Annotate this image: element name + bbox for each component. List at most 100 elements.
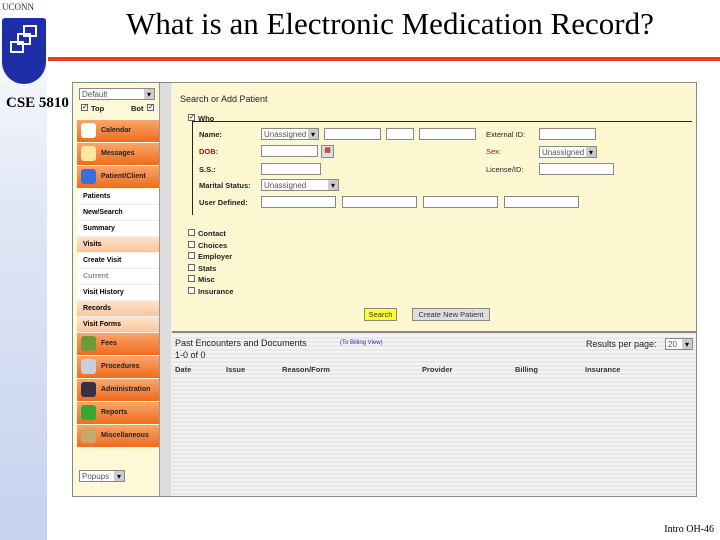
- envelope-icon: [81, 146, 96, 161]
- section-label: Contact: [198, 229, 226, 238]
- results-per-page-select[interactable]: 20: [665, 338, 693, 350]
- nav-label: Procedures: [101, 363, 140, 370]
- license-input[interactable]: [539, 163, 614, 175]
- bot-checkbox[interactable]: ✓: [147, 104, 154, 111]
- nav-label: Reports: [101, 409, 128, 416]
- section-label: Insurance: [198, 287, 234, 296]
- section-label: Choices: [198, 240, 228, 250]
- nav-patients[interactable]: Patients: [77, 189, 159, 205]
- nav-summary[interactable]: Summary: [77, 221, 159, 237]
- encounters-panel: Past Encounters and Documents (To Billin…: [172, 335, 696, 496]
- nav-label: Fees: [101, 340, 117, 347]
- nav-visit-history[interactable]: Visit History: [77, 285, 159, 301]
- slide-title: What is an Electronic Medication Record?: [126, 6, 654, 41]
- sex-label: Sex:: [486, 147, 502, 156]
- section-checkbox-employer[interactable]: [188, 252, 195, 260]
- nav-procedures[interactable]: Procedures: [77, 356, 159, 378]
- section-label: Employer: [198, 252, 233, 262]
- results-count: 1-0 of 0: [175, 350, 206, 360]
- user-defined-2[interactable]: [342, 196, 417, 208]
- uconn-logo-text: UCONN: [2, 2, 35, 12]
- middle-name-input[interactable]: [386, 128, 414, 140]
- nav-create-visit[interactable]: Create Visit: [77, 253, 159, 269]
- encounters-heading: Past Encounters and Documents: [175, 338, 307, 348]
- user-defined-3[interactable]: [423, 196, 498, 208]
- nav-label: Messages: [101, 150, 135, 157]
- ss-label: S.S.:: [199, 165, 216, 174]
- emr-sidebar: Default ✓ Top Bot ✓ Calendar Messages Pati…: [73, 83, 171, 496]
- search-panel: Search or Add Patient ✓ Who Name: Unassi…: [172, 83, 696, 333]
- top-label: Top: [91, 104, 105, 113]
- sidebar-scrollbar[interactable]: [159, 83, 171, 496]
- last-name-input[interactable]: [419, 128, 476, 140]
- nav-fees[interactable]: Fees: [77, 333, 159, 355]
- user-defined-4[interactable]: [504, 196, 579, 208]
- create-patient-button[interactable]: Create New Patient: [412, 308, 490, 321]
- billing-view-link[interactable]: (To Billing View): [340, 340, 383, 346]
- top-checkbox[interactable]: ✓: [81, 104, 88, 111]
- search-button[interactable]: Search: [364, 308, 397, 321]
- marital-label: Marital Status:: [199, 181, 251, 190]
- column-header[interactable]: Billing: [515, 365, 538, 374]
- first-name-input[interactable]: [324, 128, 381, 140]
- section-checkbox-misc[interactable]: [188, 275, 195, 283]
- nav-label: Patient/Client: [101, 173, 146, 180]
- ss-input[interactable]: [261, 163, 321, 175]
- popups-select[interactable]: Popups: [79, 470, 125, 482]
- title-divider: [48, 57, 720, 61]
- nav-current[interactable]: Current: [77, 269, 159, 285]
- nav-new-search[interactable]: New/Search: [77, 205, 159, 221]
- person-icon: [81, 169, 96, 184]
- view-select[interactable]: Default: [79, 88, 155, 100]
- search-heading: Search or Add Patient: [180, 94, 268, 104]
- user-defined-label: User Defined:: [199, 198, 248, 207]
- external-id-input[interactable]: [539, 128, 596, 140]
- marital-select[interactable]: Unassigned: [261, 179, 339, 191]
- nav-visits[interactable]: Visits: [77, 237, 159, 253]
- calendar-picker-icon[interactable]: ▦: [321, 145, 334, 158]
- admin-icon: [81, 382, 96, 397]
- chart-icon: [81, 405, 96, 420]
- nav-reports[interactable]: Reports: [77, 402, 159, 424]
- user-defined-1[interactable]: [261, 196, 336, 208]
- nav-calendar[interactable]: Calendar: [77, 120, 159, 142]
- section-checkbox-choices[interactable]: [188, 240, 195, 248]
- dob-label: DOB:: [199, 147, 219, 156]
- sex-select[interactable]: Unassigned: [539, 146, 597, 158]
- column-header[interactable]: Provider: [422, 365, 452, 374]
- who-checkbox[interactable]: ✓: [188, 114, 195, 121]
- section-label: Stats: [198, 263, 217, 273]
- column-header[interactable]: Insurance: [585, 365, 620, 374]
- section-checkbox-stats[interactable]: [188, 263, 195, 271]
- nav-records[interactable]: Records: [77, 301, 159, 317]
- emr-screenshot: Default ✓ Top Bot ✓ Calendar Messages Pati…: [72, 82, 697, 497]
- section-checkbox-contact[interactable]: [188, 229, 195, 236]
- name-label: Name:: [199, 130, 222, 139]
- column-header[interactable]: Reason/Form: [282, 365, 330, 374]
- slide-footer: Intro OH-46: [664, 524, 714, 535]
- results-per-page-label: Results per page:: [586, 339, 657, 349]
- nav-label: Miscellaneous: [101, 432, 149, 439]
- money-icon: [81, 336, 96, 351]
- section-label: Misc: [198, 275, 215, 285]
- dob-input[interactable]: [261, 145, 318, 157]
- nav-messages[interactable]: Messages: [77, 143, 159, 165]
- nav-administration[interactable]: Administration: [77, 379, 159, 401]
- nav-label: Administration: [101, 386, 151, 393]
- department-logo: [2, 18, 46, 84]
- bot-label: Bot: [131, 104, 144, 113]
- nav-patient-client[interactable]: Patient/Client: [77, 166, 159, 188]
- name-title-select[interactable]: Unassigned: [261, 128, 319, 140]
- external-id-label: External ID:: [486, 130, 526, 139]
- nav-miscellaneous[interactable]: Miscellaneous: [77, 425, 159, 447]
- nav-label: Calendar: [101, 127, 131, 134]
- calendar-icon: [81, 123, 96, 138]
- nav-visit-forms[interactable]: Visit Forms: [77, 317, 159, 333]
- column-header[interactable]: Issue: [226, 365, 245, 374]
- box-icon: [81, 428, 96, 443]
- course-label: CSE 5810: [6, 95, 69, 111]
- license-label: License/ID:: [486, 165, 524, 174]
- syringe-icon: [81, 359, 96, 374]
- column-header[interactable]: Date: [175, 365, 191, 374]
- section-checkbox-insurance[interactable]: [188, 287, 195, 294]
